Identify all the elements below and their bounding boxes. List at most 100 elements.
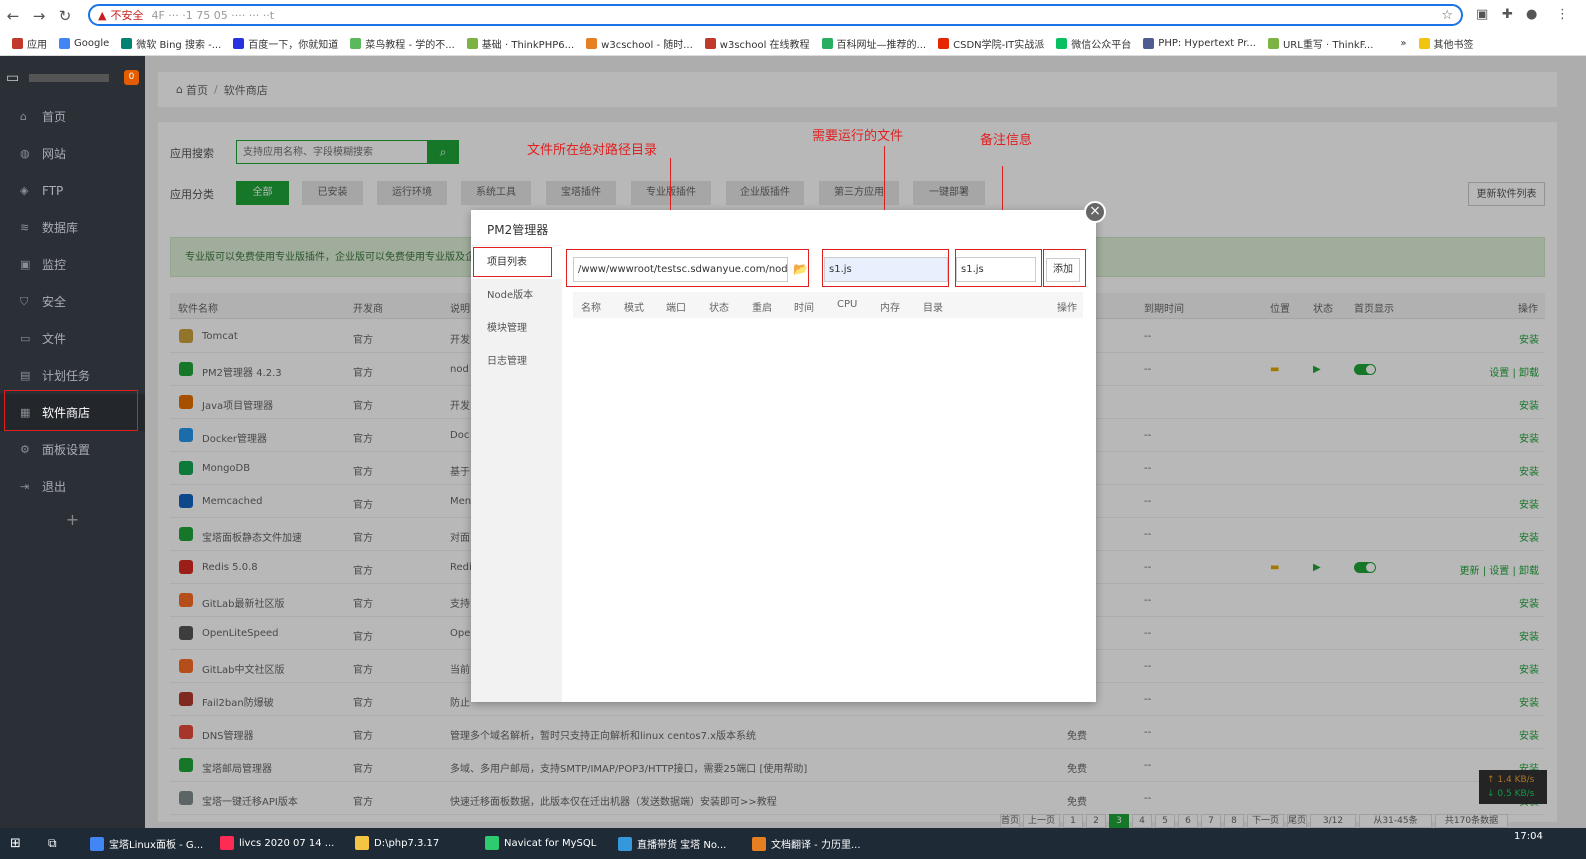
globe-icon: ◍ <box>20 147 30 160</box>
notification-badge[interactable]: 0 <box>124 70 139 85</box>
bookmark-label: 百度一下，你就知道 <box>248 39 339 51</box>
home-icon: ⌂ <box>20 110 27 123</box>
taskbar-app[interactable]: 文档翻译 - 力历里... <box>752 836 861 851</box>
bookmark-favicon-icon <box>938 37 950 49</box>
sidebar-item-7[interactable]: ▤ 计划任务 <box>0 357 145 394</box>
bookmark-item[interactable]: URL重写 · ThinkF... <box>1267 36 1374 51</box>
logout-icon: ⇥ <box>20 480 30 493</box>
menu-icon[interactable]: ⋮ <box>1556 7 1569 22</box>
app-icon <box>618 836 632 851</box>
sidebar-item-0[interactable]: ⌂ 首页 <box>0 98 145 135</box>
app-icon <box>752 836 766 851</box>
bookmark-label: 微软 Bing 搜索 -... <box>136 39 222 51</box>
sidebar-logo: ▭ 0 <box>0 60 145 96</box>
extension-icon[interactable]: ▣ <box>1476 7 1488 22</box>
bookmarks-bar: 应用 Google 微软 Bing 搜索 -... 百度一下，你就知道 菜鸟教程 - 学… <box>0 31 1586 56</box>
taskbar-app[interactable]: 直播带货 宝塔 No... <box>618 836 726 851</box>
url-text: 4F ··· ·1 75 05 ···· ··· ··t <box>151 8 275 22</box>
bookmark-item[interactable]: 百科网址—推荐的... <box>821 36 927 51</box>
bookmark-item[interactable]: Google <box>59 37 109 49</box>
project-table-header: 名称 模式 端口 状态 重启 时间 CPU 内存 目录 操作 <box>573 292 1083 318</box>
bookmark-item[interactable]: » <box>1385 37 1407 49</box>
clock: 17:04 <box>1514 831 1543 842</box>
close-icon[interactable]: × <box>1084 201 1106 223</box>
windows-start-icon[interactable]: ⊞ <box>10 836 21 851</box>
sidebar-item-3[interactable]: ≋ 数据库 <box>0 209 145 246</box>
taskbar-app[interactable]: Navicat for MySQL <box>485 836 596 850</box>
browser-toolbar: ← → ↻ ▲ 不安全 4F ··· ·1 75 05 ···· ··· ··t… <box>0 0 1586 31</box>
taskbar-app-label: livcs 2020 07 14 ... <box>239 837 335 849</box>
bookmark-item[interactable]: 菜鸟教程 - 学的不... <box>350 36 455 51</box>
computer-icon: ▭ <box>6 70 20 86</box>
sidebar-item-label: FTP <box>42 183 64 198</box>
sidebar-item-10[interactable]: ⇥ 退出 <box>0 468 145 505</box>
sidebar-item-label: 计划任务 <box>42 369 91 383</box>
bookmark-item[interactable]: 微软 Bing 搜索 -... <box>121 36 221 51</box>
taskbar-app[interactable]: livcs 2020 07 14 ... <box>220 836 334 850</box>
address-bar[interactable]: ▲ 不安全 4F ··· ·1 75 05 ···· ··· ··t ☆ <box>88 4 1463 26</box>
bookmark-item[interactable]: 基础 · ThinkPHP6... <box>466 36 574 51</box>
bookmark-item[interactable]: 应用 <box>12 36 47 51</box>
warning-icon: ▲ <box>98 8 107 22</box>
database-icon: ≋ <box>20 221 30 234</box>
bookmark-label: 菜鸟教程 - 学的不... <box>365 39 455 51</box>
bookmark-item[interactable]: w3cschool - 随时... <box>586 36 693 51</box>
bookmark-favicon-icon <box>233 37 245 49</box>
sidebar-item-2[interactable]: ◈ FTP <box>0 172 145 209</box>
dialog-tab-3[interactable]: 日志管理 <box>471 345 562 378</box>
reload-icon[interactable]: ↻ <box>52 7 78 25</box>
project-header-9: 操作 <box>1057 303 1077 314</box>
bookmark-item[interactable]: PHP: Hypertext Pr... <box>1143 37 1256 49</box>
taskbar-app[interactable]: D:\php7.3.17 <box>355 836 439 850</box>
sidebar-item-label: 文件 <box>42 332 67 346</box>
bookmark-label: 百科网址—推荐的... <box>836 39 927 51</box>
bookmark-favicon-icon <box>121 37 133 49</box>
sidebar-item-5[interactable]: ⛉ 安全 <box>0 283 145 320</box>
taskbar-app-label: 宝塔Linux面板 - G... <box>109 840 204 851</box>
sidebar-item-6[interactable]: ▭ 文件 <box>0 320 145 357</box>
bookmark-item[interactable]: 百度一下，你就知道 <box>233 36 338 51</box>
taskbar-app[interactable]: 宝塔Linux面板 - G... <box>90 836 203 851</box>
monitor-icon: ▣ <box>20 258 31 271</box>
bookmark-item[interactable]: w3school 在线教程 <box>704 36 810 51</box>
sidebar-item-1[interactable]: ◍ 网站 <box>0 135 145 172</box>
back-icon[interactable]: ← <box>0 7 26 25</box>
bookmark-item[interactable]: 微信公众平台 <box>1056 36 1131 51</box>
app-icon <box>485 836 499 850</box>
project-header-7: 内存 <box>880 303 900 314</box>
annotation-runfile: 需要运行的文件 <box>812 129 904 144</box>
profile-icon[interactable]: ● <box>1526 7 1537 22</box>
annotation-path: 文件所在绝对路径目录 <box>527 143 658 158</box>
star-icon[interactable]: ☆ <box>1441 8 1453 23</box>
bookmark-label: 应用 <box>27 39 47 51</box>
puzzle-icon[interactable]: ✚ <box>1502 7 1513 22</box>
dialog-tab-1[interactable]: Node版本 <box>471 279 562 312</box>
sidebar-item-9[interactable]: ⚙ 面板设置 <box>0 431 145 468</box>
sidebar-item-4[interactable]: ▣ 监控 <box>0 246 145 283</box>
app-icon <box>355 836 369 850</box>
bookmark-label: w3cschool - 随时... <box>601 39 693 51</box>
dialog-tab-2[interactable]: 模块管理 <box>471 312 562 345</box>
bookmark-item[interactable]: CSDN学院-IT实战派 <box>938 36 1044 51</box>
bookmark-favicon-icon <box>704 37 716 49</box>
add-icon[interactable]: + <box>0 510 145 529</box>
highlight-path-input <box>566 249 809 287</box>
calendar-icon: ▤ <box>20 369 31 382</box>
bookmark-label: » <box>1400 37 1407 49</box>
project-header-6: CPU <box>837 299 858 310</box>
project-header-1: 模式 <box>624 303 644 314</box>
bookmark-label: CSDN学院-IT实战派 <box>953 39 1045 51</box>
forward-icon[interactable]: → <box>26 7 52 25</box>
task-view-icon[interactable]: ⧉ <box>48 836 57 851</box>
bookmark-favicon-icon <box>1418 37 1430 49</box>
highlight-tab-project-list <box>473 247 552 277</box>
taskbar-app-label: 文档翻译 - 力历里... <box>771 840 861 851</box>
taskbar-app-label: D:\php7.3.17 <box>374 837 440 849</box>
sidebar-item-label: 安全 <box>42 295 67 309</box>
project-header-3: 状态 <box>709 303 729 314</box>
project-header-2: 端口 <box>666 303 686 314</box>
project-header-4: 重启 <box>752 303 772 314</box>
bookmark-item[interactable]: 其他书签 <box>1418 36 1474 51</box>
bookmark-favicon-icon <box>821 37 833 49</box>
bookmark-label: URL重写 · ThinkF... <box>1282 39 1374 51</box>
